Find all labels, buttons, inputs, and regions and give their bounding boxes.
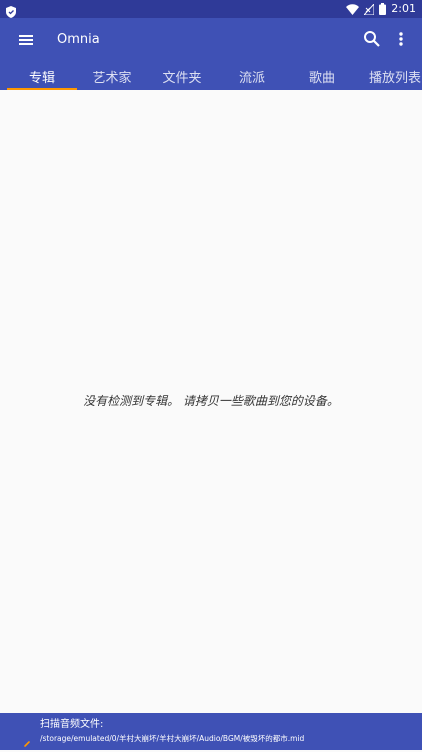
no-signal-icon	[363, 0, 375, 19]
tab-artists[interactable]: 艺术家	[77, 62, 147, 90]
tab-genres[interactable]: 流派	[217, 62, 287, 90]
menu-icon	[19, 35, 33, 45]
more-vert-icon	[399, 32, 403, 46]
app-bar: Omnia	[0, 18, 422, 62]
tab-folders[interactable]: 文件夹	[147, 62, 217, 90]
tab-playlists[interactable]: 播放列表	[357, 62, 422, 90]
battery-icon	[379, 0, 387, 19]
status-icons: 2:01	[346, 1, 416, 17]
status-bar: 2:01	[0, 0, 422, 18]
search-button[interactable]	[362, 29, 382, 49]
tab-albums[interactable]: 专辑	[7, 62, 77, 90]
scan-file-path: /storage/emulated/0/羊村大崩坏/羊村大崩坏/Audio/BG…	[40, 734, 305, 743]
album-list: 没有检测到专辑。 请拷贝一些歌曲到您的设备。	[0, 90, 422, 713]
search-icon	[364, 31, 380, 47]
wifi-icon	[346, 0, 360, 19]
scan-progress-bar: 扫描音频文件: /storage/emulated/0/羊村大崩坏/羊村大崩坏/…	[0, 713, 422, 750]
tab-songs[interactable]: 歌曲	[287, 62, 357, 90]
scan-progress-icon	[23, 733, 33, 747]
app-title: Omnia	[57, 32, 100, 47]
overflow-menu-button[interactable]	[392, 29, 410, 49]
menu-button[interactable]	[16, 30, 36, 50]
scan-title: 扫描音频文件:	[40, 719, 104, 730]
empty-state-message: 没有检测到专辑。 请拷贝一些歌曲到您的设备。	[83, 394, 339, 408]
tab-bar: 专辑 艺术家 文件夹 流派 歌曲 播放列表	[0, 62, 422, 90]
status-time: 2:01	[391, 2, 416, 15]
